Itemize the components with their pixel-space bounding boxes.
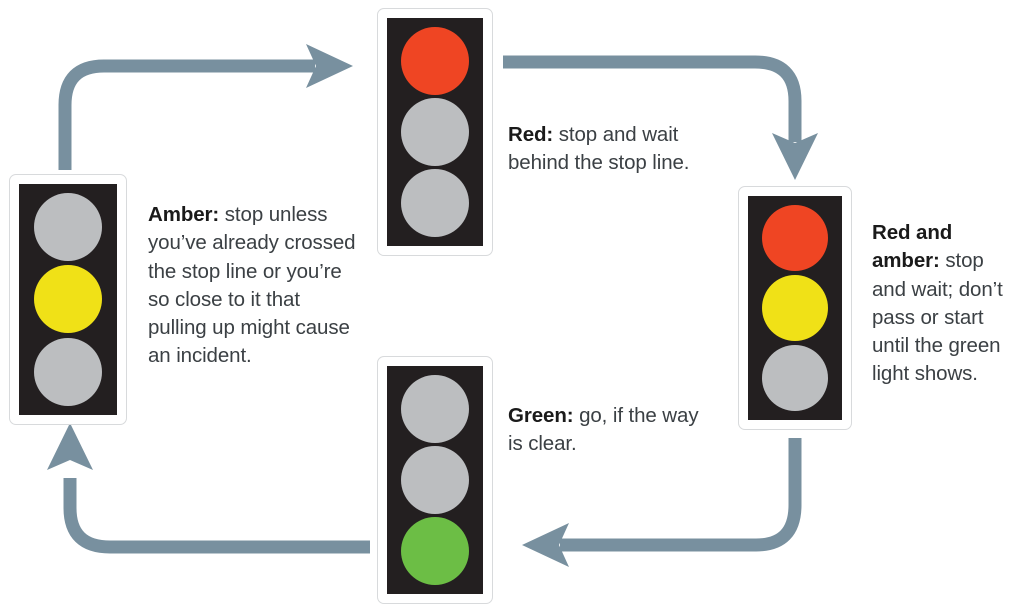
caption-amber: Amber: stop unless you’ve already crosse… xyxy=(148,201,356,371)
caption-green-label: Green: xyxy=(508,404,574,427)
light-housing xyxy=(387,18,483,246)
lamp-green-off xyxy=(34,337,102,406)
traffic-light-green xyxy=(377,356,493,604)
lamp-red-on xyxy=(762,205,828,271)
lamp-green-off xyxy=(762,345,828,411)
caption-green: Green: go, if the way is clear. xyxy=(508,402,708,459)
lamp-green-off xyxy=(401,169,469,238)
light-housing xyxy=(748,196,842,420)
lamp-amber-off xyxy=(401,97,469,166)
lamp-amber-on xyxy=(34,265,102,334)
caption-red: Red: stop and wait behind the stop line. xyxy=(508,121,694,178)
light-housing xyxy=(387,366,483,594)
arrow-amber-to-red xyxy=(58,44,353,170)
lamp-amber-off xyxy=(401,445,469,514)
traffic-light-amber xyxy=(9,174,127,425)
lamp-amber-on xyxy=(762,275,828,341)
traffic-light-sequence-diagram: Red: stop and wait behind the stop line.… xyxy=(0,0,1024,611)
caption-amber-text: stop unless you’ve already crossed the s… xyxy=(148,203,356,368)
lamp-green-on xyxy=(401,517,469,586)
caption-amber-label: Amber: xyxy=(148,203,220,226)
caption-red-label: Red: xyxy=(508,123,554,146)
lamp-red-on xyxy=(401,26,469,95)
light-housing xyxy=(19,184,117,415)
traffic-light-red xyxy=(377,8,493,256)
lamp-red-off xyxy=(401,374,469,443)
lamp-red-off xyxy=(34,193,102,262)
caption-red-and-amber: Red and amber: stop and wait; don’t pass… xyxy=(872,219,1022,389)
traffic-light-red-and-amber xyxy=(738,186,852,430)
arrow-green-to-amber xyxy=(47,423,370,554)
